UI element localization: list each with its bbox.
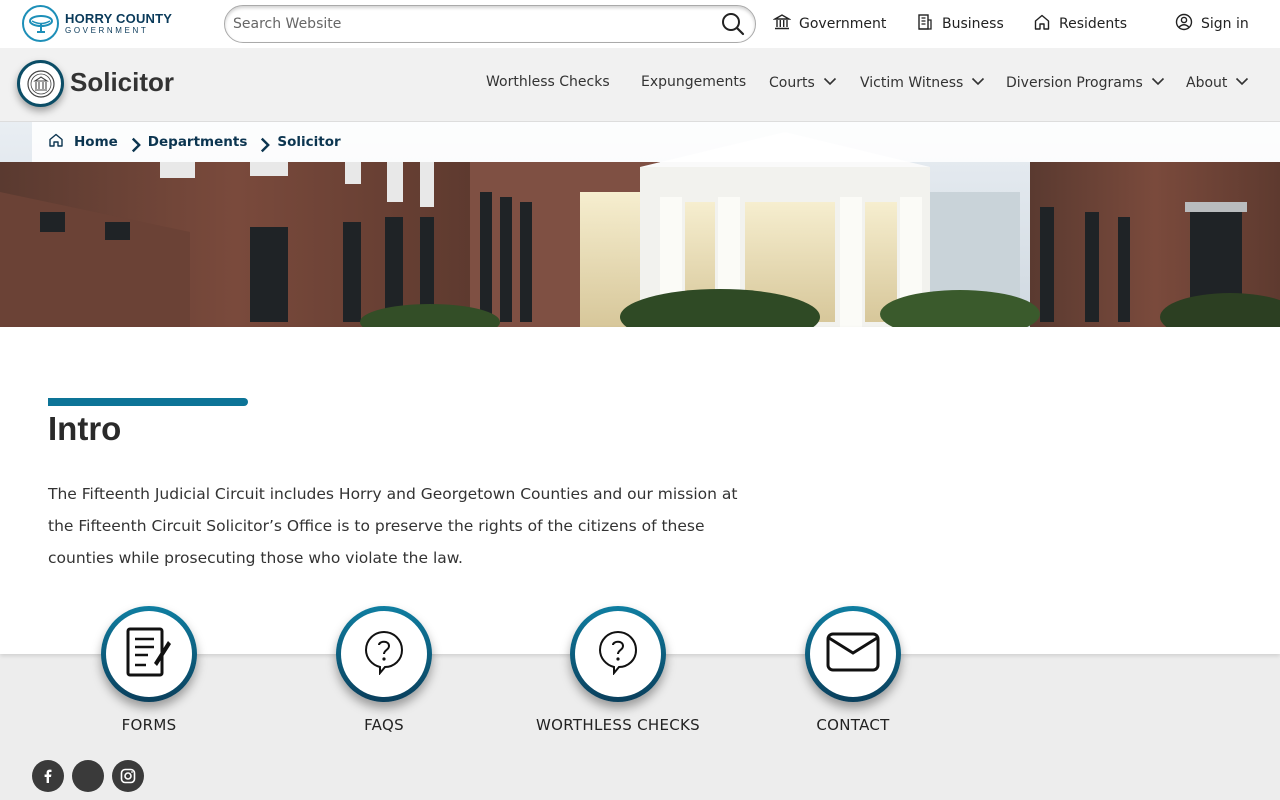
chevron-down-icon — [823, 74, 837, 92]
nav-worthless-checks[interactable]: Worthless Checks — [486, 74, 610, 90]
site-title[interactable]: Solicitor — [70, 67, 174, 98]
logo-title: HORRY COUNTY — [65, 11, 173, 26]
utility-bar: HORRY COUNTY GOVERNMENT Government Busin… — [0, 0, 1280, 48]
sign-in-label: Sign in — [1201, 16, 1249, 32]
residents-link[interactable]: Residents — [1033, 13, 1127, 35]
nav-diversion-programs[interactable]: Diversion Programs — [1006, 74, 1165, 92]
chevron-right-icon — [128, 137, 141, 153]
nav-label: Courts — [769, 75, 815, 91]
chevron-right-icon — [257, 137, 271, 153]
nav-label: About — [1186, 75, 1228, 91]
nav-label: Victim Witness — [860, 75, 964, 91]
envelope-icon — [825, 631, 881, 677]
residents-link-label: Residents — [1059, 16, 1128, 32]
quicklink-label: WORTHLESS CHECKS — [536, 716, 700, 734]
chevron-down-icon — [1235, 74, 1249, 92]
nav-victim-witness[interactable]: Victim Witness — [860, 74, 985, 92]
nav-label: Expungements — [641, 74, 747, 90]
breadcrumb-home[interactable]: Home — [74, 134, 118, 150]
breadcrumb-departments[interactable]: Departments — [148, 134, 248, 150]
intro-heading: Intro — [48, 410, 122, 447]
question-bubble-icon — [363, 629, 405, 679]
nav-about[interactable]: About — [1186, 74, 1249, 92]
search-input[interactable] — [233, 10, 713, 38]
hero-banner: Home Departments Solicitor — [0, 122, 1280, 327]
quicklink-contact[interactable]: CONTACT — [753, 606, 953, 734]
quicklink-worthless-checks[interactable]: WORTHLESS CHECKS — [518, 606, 718, 734]
nav-label: Worthless Checks — [486, 74, 610, 90]
quicklink-faqs[interactable]: FAQS — [284, 606, 484, 734]
sign-in-link[interactable]: Sign in — [1175, 13, 1249, 35]
breadcrumb-current: Solicitor — [277, 134, 341, 150]
search-box — [224, 5, 756, 43]
courthouse-seal-icon[interactable] — [17, 60, 64, 107]
quicklink-forms[interactable]: FORMS — [49, 606, 249, 734]
heading-accent-bar — [48, 398, 248, 406]
search-icon[interactable] — [721, 12, 745, 36]
instagram-icon[interactable] — [112, 760, 144, 792]
breadcrumb: Home Departments Solicitor — [32, 122, 1280, 162]
house-icon — [1033, 13, 1051, 35]
nav-expungements[interactable]: Expungements — [641, 74, 746, 90]
government-link[interactable]: Government — [772, 13, 887, 35]
quicklink-label: CONTACT — [816, 716, 890, 734]
chevron-down-icon — [1151, 74, 1165, 92]
site-header: Solicitor Worthless Checks Expungements … — [0, 48, 1280, 122]
logo-subtitle: GOVERNMENT — [65, 26, 149, 35]
quicklink-label: FORMS — [121, 716, 177, 734]
chevron-down-icon — [971, 74, 985, 92]
facebook-icon[interactable] — [32, 760, 64, 792]
intro-section: Intro The Fifteenth Judicial Circuit inc… — [0, 327, 1280, 654]
intro-paragraph: The Fifteenth Judicial Circuit includes … — [48, 485, 738, 567]
business-link[interactable]: Business — [916, 13, 1004, 35]
home-icon[interactable] — [48, 132, 64, 152]
business-link-label: Business — [942, 16, 1004, 32]
office-building-icon — [916, 13, 934, 35]
nav-courts[interactable]: Courts — [769, 74, 837, 92]
government-building-icon — [772, 13, 792, 35]
social-icon[interactable] — [72, 760, 104, 792]
tree-logo-icon — [22, 5, 59, 42]
government-link-label: Government — [799, 16, 887, 32]
nav-label: Diversion Programs — [1006, 75, 1143, 91]
question-bubble-icon — [597, 629, 639, 679]
form-edit-icon — [124, 625, 174, 683]
quicklink-label: FAQS — [364, 716, 404, 734]
county-logo[interactable]: HORRY COUNTY GOVERNMENT — [22, 5, 172, 42]
user-circle-icon — [1175, 13, 1193, 35]
